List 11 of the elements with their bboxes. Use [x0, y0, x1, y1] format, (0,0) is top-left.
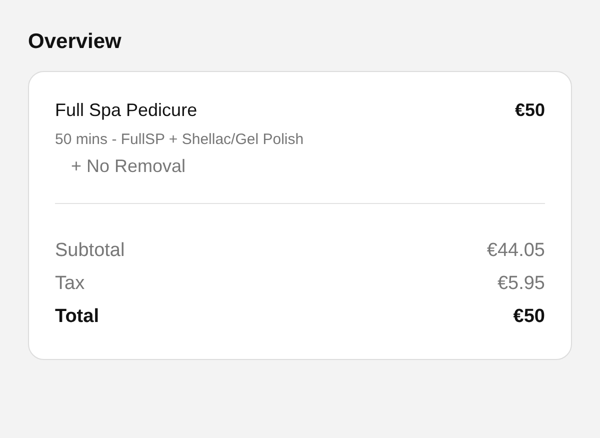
summary-label: Tax	[55, 272, 85, 296]
summary-value: €5.95	[497, 272, 545, 296]
section-title: Overview	[28, 30, 122, 54]
summary-value: €50	[513, 305, 545, 329]
summary-value: €44.05	[486, 239, 545, 263]
service-details: 50 mins - FullSP + Shellac/Gel Polish	[55, 131, 305, 148]
summary-label: Subtotal	[55, 239, 125, 263]
service-name: Full Spa Pedicure	[55, 100, 198, 121]
service-price: €50	[514, 100, 545, 121]
addon-text: + No Removal	[70, 156, 187, 177]
summary-label: Total	[55, 305, 99, 329]
